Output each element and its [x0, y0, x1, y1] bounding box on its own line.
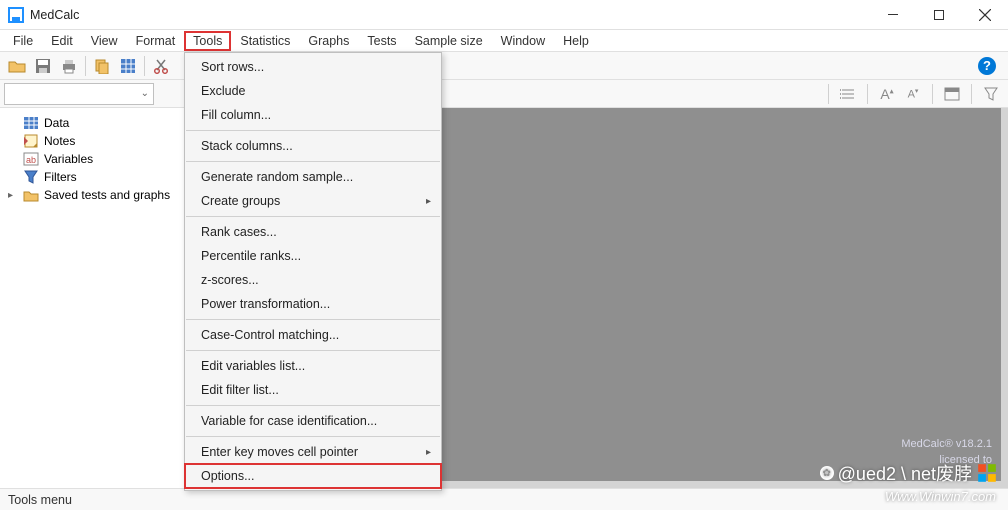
- tree-node-saved[interactable]: ▸ Saved tests and graphs: [4, 186, 207, 204]
- dd-separator: [186, 161, 440, 162]
- tree-label: Notes: [44, 134, 75, 148]
- chevron-down-icon: ⌄: [141, 88, 149, 99]
- tree-node-data[interactable]: Data: [4, 114, 207, 132]
- dd-separator: [186, 405, 440, 406]
- save-button[interactable]: [30, 54, 56, 78]
- dd-rank-cases[interactable]: Rank cases...: [185, 220, 441, 244]
- tree-node-variables[interactable]: ab Variables: [4, 150, 207, 168]
- toolbar-main: ?: [0, 52, 1008, 80]
- dd-exclude[interactable]: Exclude: [185, 79, 441, 103]
- dd-variable-identification[interactable]: Variable for case identification...: [185, 409, 441, 433]
- dd-stack-columns[interactable]: Stack columns...: [185, 134, 441, 158]
- menu-statistics[interactable]: Statistics: [231, 31, 299, 51]
- windows-logo-icon: [976, 462, 998, 484]
- variables-icon: ab: [23, 152, 39, 166]
- dd-z-scores[interactable]: z-scores...: [185, 268, 441, 292]
- toolbar-separator: [85, 56, 86, 76]
- submenu-arrow-icon: ▸: [426, 447, 431, 458]
- filters-icon: [23, 170, 39, 184]
- font-increase-button[interactable]: A▴: [874, 82, 900, 106]
- minimize-button[interactable]: [870, 0, 916, 30]
- cut-button[interactable]: [148, 54, 174, 78]
- tree-node-filters[interactable]: Filters: [4, 168, 207, 186]
- app-icon: [8, 7, 24, 23]
- list-button[interactable]: [835, 82, 861, 106]
- menu-graphs[interactable]: Graphs: [299, 31, 358, 51]
- menu-tests[interactable]: Tests: [358, 31, 405, 51]
- menu-file[interactable]: File: [4, 31, 42, 51]
- dd-fill-column[interactable]: Fill column...: [185, 103, 441, 127]
- statusbar: Tools menu: [0, 488, 1008, 510]
- tree-arrow[interactable]: ▸: [8, 190, 18, 201]
- sidebar: Data Notes ab Variables Filters ▸ Saved …: [0, 108, 212, 488]
- menu-tools[interactable]: Tools: [184, 31, 231, 51]
- license-line1: MedCalc® v18.2.1: [901, 437, 992, 452]
- dd-separator: [186, 319, 440, 320]
- statusbar-text: Tools menu: [8, 493, 72, 507]
- tools-dropdown: Sort rows... Exclude Fill column... Stac…: [184, 52, 442, 491]
- toolbar-separator: [828, 84, 829, 104]
- toolbar-separator: [971, 84, 972, 104]
- dd-power-transformation[interactable]: Power transformation...: [185, 292, 441, 316]
- menu-sample-size[interactable]: Sample size: [406, 31, 492, 51]
- dd-enter-key-moves[interactable]: Enter key moves cell pointer▸: [185, 440, 441, 464]
- toolbar2-extra: A▴ A▾: [822, 82, 1004, 106]
- maximize-button[interactable]: [916, 0, 962, 30]
- tree-label: Variables: [44, 152, 93, 166]
- saved-icon: [23, 188, 39, 202]
- toolbar-separator: [867, 84, 868, 104]
- menu-window[interactable]: Window: [492, 31, 554, 51]
- titlebar: MedCalc: [0, 0, 1008, 30]
- dd-options[interactable]: Options...: [185, 464, 441, 488]
- tree-node-notes[interactable]: Notes: [4, 132, 207, 150]
- table-style-button[interactable]: [939, 82, 965, 106]
- toolbar-separator: [932, 84, 933, 104]
- name-box[interactable]: ⌄: [4, 83, 154, 105]
- tree-label: Filters: [44, 170, 77, 184]
- dd-create-groups[interactable]: Create groups▸: [185, 189, 441, 213]
- dd-separator: [186, 130, 440, 131]
- watermark-sub: Www.Winwin7.com: [885, 489, 996, 504]
- copy-button[interactable]: [89, 54, 115, 78]
- paw-icon: ✿: [820, 466, 834, 480]
- dd-sort-rows[interactable]: Sort rows...: [185, 55, 441, 79]
- print-button[interactable]: [56, 54, 82, 78]
- dd-separator: [186, 350, 440, 351]
- menu-edit[interactable]: Edit: [42, 31, 82, 51]
- menu-view[interactable]: View: [82, 31, 127, 51]
- tree-label: Data: [44, 116, 69, 130]
- submenu-arrow-icon: ▸: [426, 196, 431, 207]
- tree-label: Saved tests and graphs: [44, 188, 170, 202]
- watermark: ✿ @ued2 \ net废脖: [820, 460, 998, 486]
- open-button[interactable]: [4, 54, 30, 78]
- dd-edit-variables[interactable]: Edit variables list...: [185, 354, 441, 378]
- watermark-text: @ued2 \ net废脖: [838, 460, 972, 486]
- toolbar-secondary: ⌄ A▴ A▾: [0, 80, 1008, 108]
- data-icon: [23, 116, 39, 130]
- menubar: File Edit View Format Tools Statistics G…: [0, 30, 1008, 52]
- window-controls: [870, 0, 1008, 30]
- menu-help[interactable]: Help: [554, 31, 598, 51]
- dd-generate-random[interactable]: Generate random sample...: [185, 165, 441, 189]
- dd-percentile-ranks[interactable]: Percentile ranks...: [185, 244, 441, 268]
- filter-toggle-button[interactable]: [978, 82, 1004, 106]
- dd-edit-filter[interactable]: Edit filter list...: [185, 378, 441, 402]
- close-button[interactable]: [962, 0, 1008, 30]
- dd-separator: [186, 436, 440, 437]
- content-area: Data Notes ab Variables Filters ▸ Saved …: [0, 108, 1008, 488]
- grid-button[interactable]: [115, 54, 141, 78]
- window-title: MedCalc: [30, 8, 870, 22]
- font-decrease-button[interactable]: A▾: [900, 82, 926, 106]
- toolbar-separator: [144, 56, 145, 76]
- svg-text:ab: ab: [26, 155, 36, 165]
- notes-icon: [23, 134, 39, 148]
- dd-case-control[interactable]: Case-Control matching...: [185, 323, 441, 347]
- menu-format[interactable]: Format: [127, 31, 185, 51]
- help-button[interactable]: ?: [978, 57, 996, 75]
- dd-separator: [186, 216, 440, 217]
